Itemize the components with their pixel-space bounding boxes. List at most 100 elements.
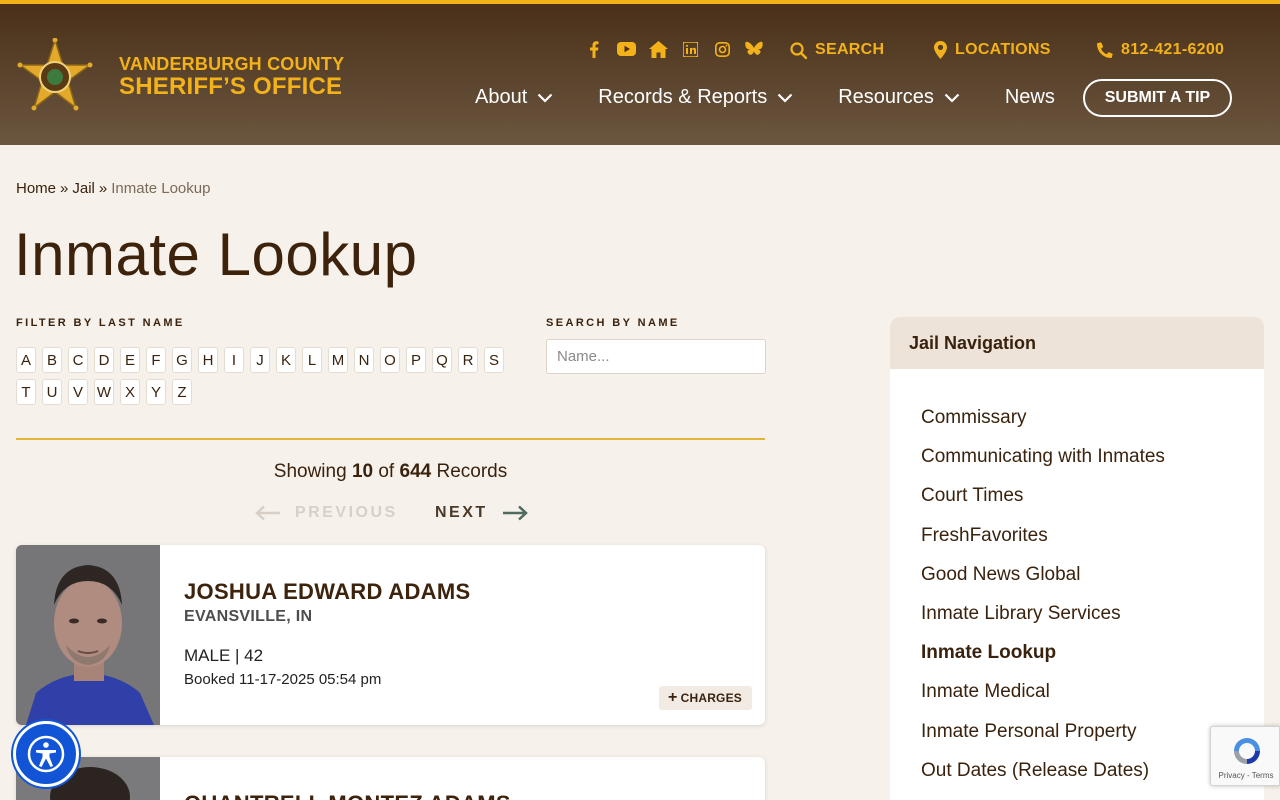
page-title: Inmate Lookup (14, 221, 418, 288)
letter-filter-i[interactable]: I (224, 347, 244, 373)
letter-filter-f[interactable]: F (146, 347, 166, 373)
sidebar-list: Commissary Communicating with Inmates Cour… (890, 369, 1264, 799)
letter-filter-e[interactable]: E (120, 347, 140, 373)
letter-filter-k[interactable]: K (276, 347, 296, 373)
letter-filter-y[interactable]: Y (146, 379, 166, 405)
letter-filter-m[interactable]: M (328, 347, 348, 373)
recaptcha-icon (1234, 738, 1260, 764)
chevron-down-icon (777, 93, 793, 103)
previous-label: PREVIOUS (295, 504, 398, 521)
letter-filter-o[interactable]: O (380, 347, 400, 373)
inmate-photo (16, 545, 160, 725)
breadcrumb: Home» Jail» Inmate Lookup (16, 180, 210, 197)
header-locations-link[interactable]: LOCATIONS (934, 41, 1051, 59)
header-phone-link[interactable]: 812-421-6200 (1097, 41, 1224, 59)
letter-filter-z[interactable]: Z (172, 379, 192, 405)
nav-item-label: Resources (838, 86, 934, 108)
of-word: of (378, 461, 395, 482)
letter-filter-u[interactable]: U (42, 379, 62, 405)
letter-filter: ABCDEFGHIJKLMNOPQRS TUVWXYZ (16, 347, 516, 405)
accessibility-icon (27, 735, 65, 773)
charges-label: CHARGES (680, 691, 742, 705)
letter-filter-d[interactable]: D (94, 347, 114, 373)
letter-filter-n[interactable]: N (354, 347, 374, 373)
breadcrumb-separator: » (60, 180, 69, 197)
next-label: NEXT (435, 504, 488, 521)
sidebar-item-good-news-global[interactable]: Good News Global (921, 564, 1264, 603)
nav-item-news[interactable]: News (1005, 86, 1055, 109)
plus-icon: + (668, 689, 678, 706)
showing-prefix: Showing (273, 461, 347, 482)
youtube-icon[interactable] (616, 40, 636, 58)
name-search-input[interactable] (546, 339, 766, 374)
chevron-down-icon (537, 93, 553, 103)
letter-filter-g[interactable]: G (172, 347, 192, 373)
search-label: SEARCH BY NAME (546, 317, 680, 329)
submit-tip-button[interactable]: SUBMIT A TIP (1083, 79, 1232, 117)
filter-label: FILTER BY LAST NAME (16, 317, 185, 329)
letter-filter-h[interactable]: H (198, 347, 218, 373)
sidebar-item-inmate-library-services[interactable]: Inmate Library Services (921, 603, 1264, 642)
nav-item-label: News (1004, 86, 1055, 108)
inmate-sex-age: MALE | 42 (184, 646, 264, 665)
letter-filter-l[interactable]: L (302, 347, 322, 373)
letter-filter-q[interactable]: Q (432, 347, 452, 373)
next-button[interactable]: NEXT (435, 504, 528, 522)
letter-filter-a[interactable]: A (16, 347, 36, 373)
sidebar-item-inmate-lookup[interactable]: Inmate Lookup (921, 642, 1264, 681)
arrow-left-icon (255, 505, 280, 521)
previous-button[interactable]: PREVIOUS (255, 504, 398, 522)
home-icon[interactable] (648, 40, 668, 58)
inmate-card[interactable]: JOSHUA EDWARD ADAMS EVANSVILLE, IN MALE … (16, 545, 765, 725)
letter-filter-x[interactable]: X (120, 379, 140, 405)
sidebar-item-court-times[interactable]: Court Times (921, 485, 1264, 524)
inmate-card[interactable]: QUANTRELL MONTEZ ADAMS (16, 757, 765, 800)
social-links (584, 40, 764, 58)
nav-item-about[interactable]: About (475, 86, 553, 109)
letter-filter-j[interactable]: J (250, 347, 270, 373)
nav-item-records-reports[interactable]: Records & Reports (598, 86, 793, 109)
inmate-city: EVANSVILLE, IN (184, 608, 313, 625)
sidebar-item-commissary[interactable]: Commissary (921, 407, 1264, 446)
letter-filter-r[interactable]: R (458, 347, 478, 373)
sidebar-item-communicating-with-inmates[interactable]: Communicating with Inmates (921, 446, 1264, 485)
phone-number: 812-421-6200 (1121, 41, 1225, 58)
main-nav: About Records & Reports Resources News (475, 86, 1087, 109)
records-word: Records (436, 461, 508, 482)
breadcrumb-separator: » (98, 180, 108, 197)
nav-item-resources[interactable]: Resources (838, 86, 960, 109)
breadcrumb-jail[interactable]: Jail (72, 180, 95, 197)
letter-filter-p[interactable]: P (406, 347, 426, 373)
map-pin-icon (934, 41, 947, 59)
linkedin-icon[interactable] (680, 40, 700, 58)
phone-icon (1097, 42, 1113, 58)
locations-label: LOCATIONS (955, 41, 1051, 58)
recaptcha-badge[interactable]: Privacy - Terms (1210, 726, 1280, 786)
search-label: SEARCH (815, 41, 885, 58)
sheriff-star-logo-icon[interactable] (14, 38, 96, 116)
accessibility-button[interactable] (13, 721, 79, 787)
breadcrumb-home[interactable]: Home (16, 180, 56, 197)
instagram-icon[interactable] (712, 40, 732, 58)
inmate-name[interactable]: JOSHUA EDWARD ADAMS (184, 579, 470, 605)
facebook-icon[interactable] (584, 40, 604, 58)
site-name-line2: SHERIFF’S OFFICE (119, 73, 343, 100)
letter-filter-w[interactable]: W (94, 379, 114, 405)
letter-filter-v[interactable]: V (68, 379, 88, 405)
letter-filter-s[interactable]: S (484, 347, 504, 373)
site-name-line1: VANDERBURGH COUNTY (119, 54, 345, 74)
sidebar-item-inmate-medical[interactable]: Inmate Medical (921, 681, 1264, 720)
letter-filter-t[interactable]: T (16, 379, 36, 405)
site-name[interactable]: VANDERBURGH COUNTY SHERIFF’S OFFICE (119, 54, 344, 100)
bluesky-icon[interactable] (744, 40, 764, 58)
site-header: VANDERBURGH COUNTY SHERIFF’S OFFICE SEAR… (0, 4, 1280, 145)
inmate-name[interactable]: QUANTRELL MONTEZ ADAMS (184, 791, 511, 800)
letter-filter-b[interactable]: B (42, 347, 62, 373)
sidebar-item-freshfavorites[interactable]: FreshFavorites (921, 525, 1264, 564)
search-icon (790, 41, 807, 59)
nav-item-label: About (475, 86, 528, 108)
header-search-link[interactable]: SEARCH (790, 41, 884, 59)
recaptcha-footer[interactable]: Privacy - Terms (1211, 771, 1280, 780)
charges-button[interactable]: + CHARGES (659, 686, 752, 710)
letter-filter-c[interactable]: C (68, 347, 88, 373)
